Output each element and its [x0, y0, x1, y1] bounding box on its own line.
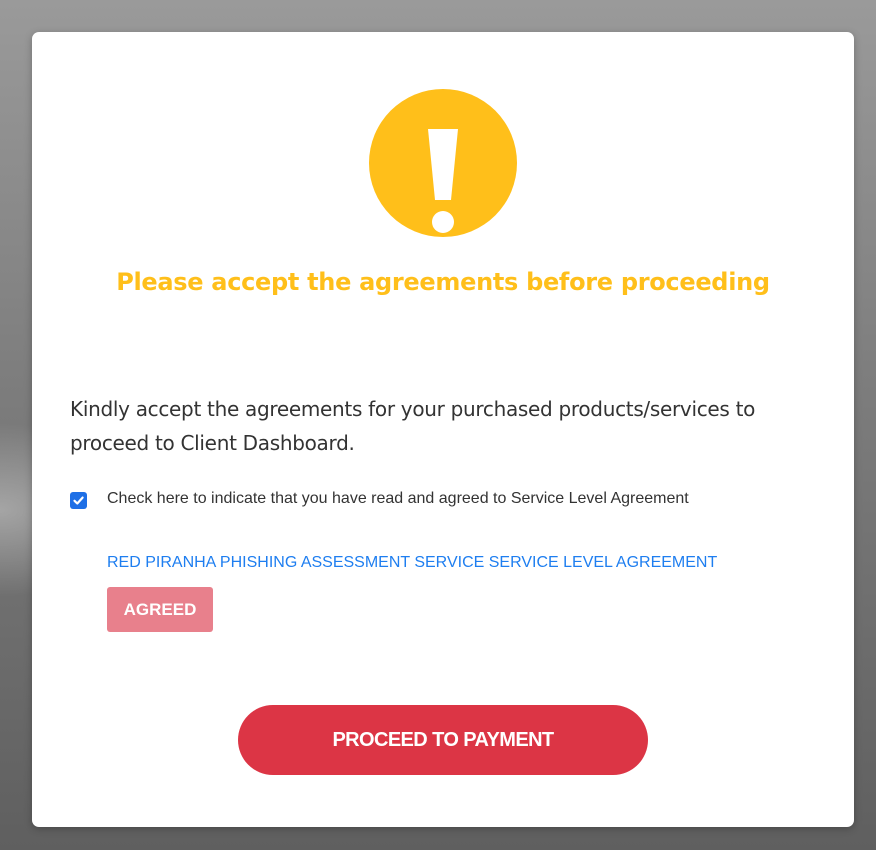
- agreement-checkbox[interactable]: [70, 492, 87, 509]
- modal-title: Please accept the agreements before proc…: [116, 268, 770, 296]
- checkmark-icon: [73, 496, 84, 505]
- agreement-checkbox-label[interactable]: Check here to indicate that you have rea…: [107, 485, 797, 513]
- agreement-modal: Please accept the agreements before proc…: [32, 32, 854, 827]
- exclamation-icon: [428, 129, 458, 233]
- warning-icon: [369, 89, 517, 237]
- modal-message: Kindly accept the agreements for your pu…: [70, 397, 756, 455]
- agreed-button[interactable]: AGREED: [107, 587, 213, 632]
- service-level-agreement-link[interactable]: RED PIRANHA PHISHING ASSESSMENT SERVICE …: [107, 554, 717, 572]
- proceed-to-payment-button[interactable]: PROCEED TO PAYMENT: [238, 705, 648, 775]
